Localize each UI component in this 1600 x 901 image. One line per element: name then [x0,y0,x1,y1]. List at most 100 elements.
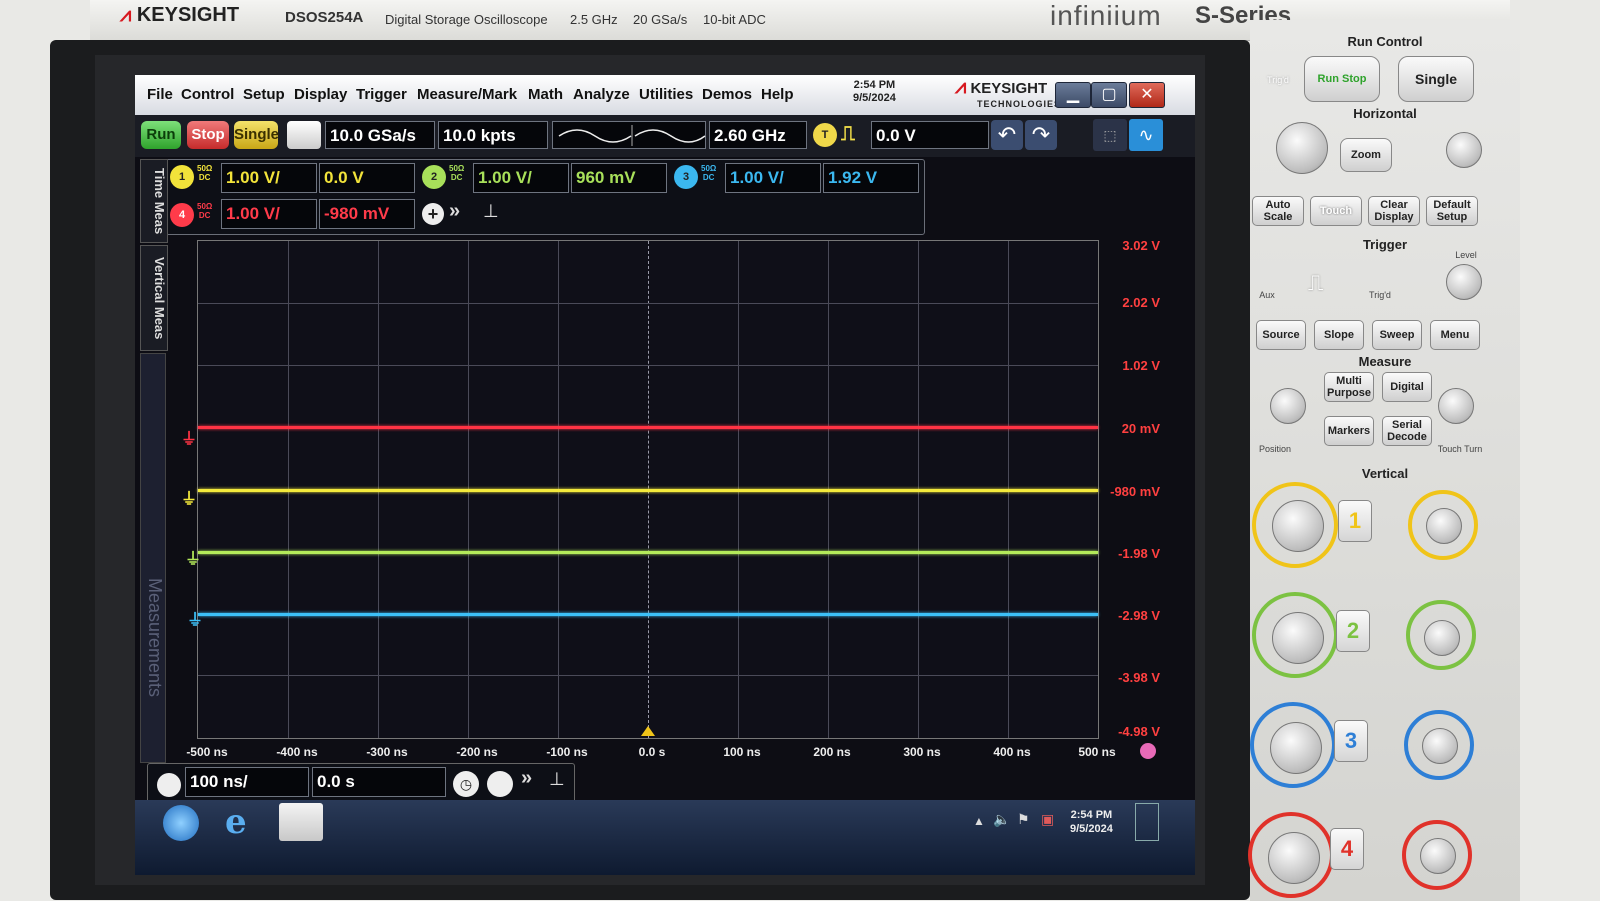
default-setup-button[interactable]: Default Setup [1426,196,1478,226]
maximize-button[interactable]: ▢ [1091,82,1127,108]
ch4-badge[interactable]: 4 [170,203,194,227]
undo-icon[interactable]: ↶ [991,120,1023,150]
ch1-badge[interactable]: 1 [170,165,194,189]
clear-display-button[interactable]: Clear Display [1368,196,1420,226]
trigger-sweep-button[interactable]: Sweep [1372,320,1422,350]
ch4-scale-field[interactable]: 1.00 V/ [221,199,317,229]
ch1-scale-field[interactable]: 1.00 V/ [221,163,317,193]
add-channel-icon[interactable]: + [422,203,444,225]
run-button[interactable]: Run [141,121,181,149]
ch2-scale-field[interactable]: 1.00 V/ [473,163,569,193]
show-desktop-button[interactable] [1135,803,1159,841]
ch4-button[interactable]: 4 [1330,828,1364,870]
menu-setup[interactable]: Setup [243,86,285,103]
start-button-icon[interactable] [163,805,199,841]
action-center-flag-icon[interactable]: ⚑ [1017,811,1030,828]
ch1-offset-knob[interactable] [1426,508,1462,544]
ch3-offset-field[interactable]: 1.92 V [823,163,919,193]
trigger-level-field[interactable]: 0.0 V [871,121,989,149]
tray-arrow-icon[interactable]: ▲ [973,814,985,828]
menu-help[interactable]: Help [761,86,794,103]
stop-button[interactable]: Stop [187,121,229,149]
minimize-button[interactable]: ▁ [1055,82,1091,108]
trigger-menu-button[interactable]: Menu [1430,320,1480,350]
internet-explorer-icon[interactable]: e [225,802,247,842]
ch3-button[interactable]: 3 [1334,720,1368,762]
volume-icon[interactable]: 🔈 [993,811,1010,828]
waveform-graticule[interactable] [197,240,1099,739]
ch4-offset-knob[interactable] [1420,838,1456,874]
trigger-position-marker[interactable] [641,726,655,736]
menu-display[interactable]: Display [294,86,347,103]
math-marker-icon[interactable] [1140,743,1156,759]
ch2-ground-marker-icon[interactable]: ⏚ [185,545,201,569]
horizontal-circle-icon[interactable] [487,771,513,797]
time-position-field[interactable]: 0.0 s [312,767,446,797]
rising-edge-icon[interactable]: ⎍ [841,123,855,146]
zoom-box-icon[interactable]: ⬚ [1093,119,1127,151]
ch3-offset-knob[interactable] [1422,728,1458,764]
measurements-panel-tab[interactable]: Measurements [140,353,166,763]
ch3-scale-knob[interactable] [1270,722,1322,774]
menu-file[interactable]: File [147,86,173,103]
waveform-preview[interactable] [552,121,706,149]
ch1-ground-marker-icon[interactable]: ⏚ [181,485,197,509]
ch2-offset-field[interactable]: 960 mV [571,163,667,193]
acquire-setup-icon[interactable] [287,121,321,149]
bandwidth-field[interactable]: 2.60 GHz [709,121,807,149]
ch3-ground-marker-icon[interactable]: ⏚ [187,606,203,630]
trigger-slope-button[interactable]: Slope [1314,320,1364,350]
ch2-offset-knob[interactable] [1424,620,1460,656]
single-button[interactable]: Single [234,121,279,149]
panel-single-button[interactable]: Single [1398,56,1474,102]
touch-turn-knob[interactable] [1438,388,1474,424]
horizontal-position-knob[interactable] [1446,132,1482,168]
serial-decode-button[interactable]: Serial Decode [1382,416,1432,446]
multi-purpose-button[interactable]: Multi Purpose [1324,372,1374,402]
horizontal-badge-icon[interactable] [157,773,181,797]
ch2-button[interactable]: 2 [1336,610,1370,652]
time-meas-tab[interactable]: Time Meas [140,159,168,243]
ch4-ground-marker-icon[interactable]: ⏚ [181,425,197,449]
ch1-scale-knob[interactable] [1272,500,1324,552]
menu-analyze[interactable]: Analyze [573,86,630,103]
menu-trigger[interactable]: Trigger [356,86,407,103]
trigger-level-knob[interactable] [1446,264,1482,300]
ch3-badge[interactable]: 3 [674,165,698,189]
menu-control[interactable]: Control [181,86,234,103]
trigger-source-badge[interactable]: T [813,123,837,147]
memory-depth-field[interactable]: 10.0 kpts [438,121,548,149]
sample-rate-field[interactable]: 10.0 GSa/s [325,121,435,149]
trigger-source-button[interactable]: Source [1256,320,1306,350]
horizontal-chevron-icon[interactable]: » [521,767,532,790]
horizontal-scale-knob[interactable] [1276,122,1328,174]
ch3-scale-field[interactable]: 1.00 V/ [725,163,821,193]
expand-chevron-icon[interactable]: » [449,200,460,223]
network-icon[interactable]: ▣ [1041,811,1054,828]
close-button[interactable]: ✕ [1129,82,1165,108]
markers-button[interactable]: Markers [1324,416,1374,446]
digital-button[interactable]: Digital [1382,372,1432,402]
infiniium-app-icon[interactable] [279,803,323,841]
menu-math[interactable]: Math [528,86,563,103]
horizontal-pin-icon[interactable]: ⊥ [549,769,565,790]
ch1-button[interactable]: 1 [1338,500,1372,542]
redo-icon[interactable]: ↷ [1025,120,1057,150]
pin-icon[interactable]: ⊥ [483,201,499,222]
vertical-meas-tab[interactable]: Vertical Meas [140,245,168,351]
touch-button[interactable]: Touch [1310,196,1362,226]
ch4-offset-field[interactable]: -980 mV [319,199,415,229]
waveform-mode-icon[interactable]: ∿ [1129,119,1163,151]
zoom-button[interactable]: Zoom [1340,138,1392,172]
clock-icon[interactable]: ◷ [453,771,479,797]
menu-utilities[interactable]: Utilities [639,86,693,103]
auto-scale-button[interactable]: Auto Scale [1252,196,1304,226]
ch2-badge[interactable]: 2 [422,165,446,189]
menu-demos[interactable]: Demos [702,86,752,103]
run-stop-button[interactable]: Run Stop [1304,56,1380,102]
ch2-scale-knob[interactable] [1272,612,1324,664]
menu-measure-mark[interactable]: Measure/Mark [417,86,517,103]
ch4-scale-knob[interactable] [1268,832,1320,884]
position-knob[interactable] [1270,388,1306,424]
ch1-offset-field[interactable]: 0.0 V [319,163,415,193]
